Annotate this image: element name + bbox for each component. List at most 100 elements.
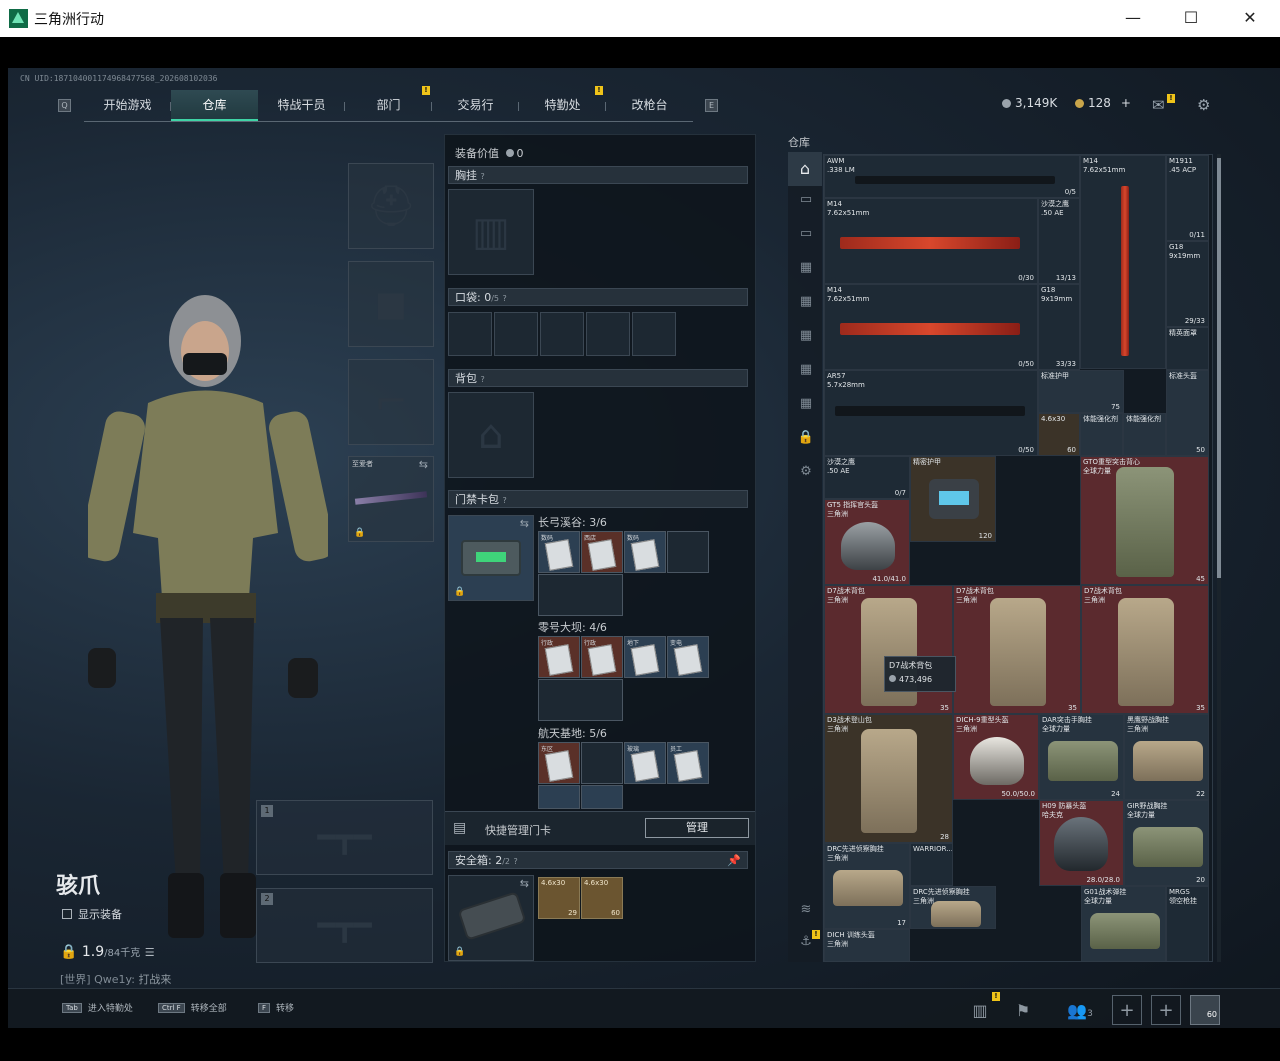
hint-enter-special-ops[interactable]: Tab 进入特勤处: [62, 1001, 133, 1014]
item-g18[interactable]: G18 9x19mm 29/33: [1166, 241, 1209, 327]
warehouse-tab-icon[interactable]: ▦: [796, 328, 816, 346]
close-button[interactable]: ✕: [1230, 6, 1270, 30]
keycard-empty[interactable]: [581, 742, 623, 784]
tab-operators[interactable]: 特战干员: [258, 90, 345, 121]
warehouse-tab-icon[interactable]: ▦: [796, 396, 816, 414]
melee-slot[interactable]: 至爱者 ⇆ 🔒: [348, 456, 434, 542]
keycard[interactable]: 行政: [581, 636, 623, 678]
maximize-button[interactable]: ☐: [1171, 6, 1211, 30]
swap-icon[interactable]: ⇆: [520, 517, 529, 530]
item-g01-rig[interactable]: G01战术弹挂 全球力量: [1081, 886, 1166, 961]
item-d7-backpack[interactable]: D7战术背包 三角洲 35: [824, 585, 953, 714]
ammo-item[interactable]: 4.6x30 29: [538, 877, 580, 919]
item-gto-vest[interactable]: GTO重型突击背心 全球力量 45: [1080, 456, 1209, 585]
item-ammo[interactable]: 4.6x30 60: [1038, 413, 1080, 456]
squad-icon[interactable]: 👥3: [1058, 995, 1102, 1025]
item-drc-rig[interactable]: DRC先进侦察胸挂 三角洲 17: [824, 843, 910, 929]
keycard-empty[interactable]: [667, 531, 709, 573]
keycard[interactable]: 员工: [667, 742, 709, 784]
checkbox[interactable]: [62, 909, 72, 919]
list-icon[interactable]: ☰: [145, 946, 155, 959]
keycard[interactable]: 行政: [538, 636, 580, 678]
item-m1911[interactable]: M1911 .45 ACP 0/11: [1166, 155, 1209, 241]
helmet-slot[interactable]: ⛑: [348, 163, 434, 249]
keycard[interactable]: 东区: [538, 742, 580, 784]
item-m14-vertical[interactable]: M14 7.62x51mm: [1080, 155, 1166, 369]
invite-slot-button[interactable]: +: [1112, 995, 1142, 1025]
warehouse-tab-icon[interactable]: ▦: [796, 294, 816, 312]
item-awm[interactable]: AWM .338 LM 0/5: [824, 155, 1080, 198]
keycard[interactable]: 数码: [624, 531, 666, 573]
show-equipment-toggle[interactable]: 显示装备: [62, 906, 122, 922]
item-warrior[interactable]: WARRIOR...: [910, 843, 953, 886]
tab-trade[interactable]: 交易行: [432, 90, 519, 121]
keycard[interactable]: 玻璃: [624, 742, 666, 784]
avatar[interactable]: 60: [1190, 995, 1220, 1025]
sidearm-slot[interactable]: ⌐: [348, 359, 434, 445]
item-ar57[interactable]: AR57 5.7x28mm 0/50: [824, 370, 1038, 456]
item-d7-backpack[interactable]: D7战术背包 三角洲 35: [953, 585, 1081, 714]
pocket-slot[interactable]: [494, 312, 538, 356]
tab-special-ops[interactable]: 特勤处: [519, 90, 606, 121]
item-precision-armor[interactable]: 精密护甲 120: [910, 456, 996, 542]
warehouse-tab-icon[interactable]: ▦: [796, 260, 816, 278]
item-desert-eagle[interactable]: 沙漠之鹰 .50 AE 13/13: [1038, 198, 1080, 284]
tab-department[interactable]: 部门: [345, 90, 432, 121]
item-d7-backpack[interactable]: D7战术背包 三角洲 35: [1081, 585, 1209, 714]
keycard-empty[interactable]: [538, 574, 623, 616]
item-standard-armor[interactable]: 标准护甲 75: [1038, 370, 1124, 413]
gold-currency[interactable]: 128 +: [1075, 96, 1131, 110]
stats-icon[interactable]: ▥: [965, 995, 995, 1025]
item-dich9-helmet[interactable]: DICH-9重型头盔 三角洲 50.0/50.0: [953, 714, 1039, 800]
warehouse-scrollbar[interactable]: [1217, 154, 1221, 962]
item-g18[interactable]: G18 9x19mm 33/33: [1038, 284, 1080, 370]
warehouse-tab-icon[interactable]: ▦: [796, 362, 816, 380]
safebox-slot[interactable]: ⇆ 🔒: [448, 875, 534, 961]
item-m14[interactable]: M14 7.62x51mm 0/30: [824, 198, 1038, 284]
pocket-slot[interactable]: [540, 312, 584, 356]
item-stim[interactable]: 体能强化剂: [1080, 413, 1123, 456]
item-mask[interactable]: 精英面罩: [1166, 327, 1209, 370]
scrollbar-thumb[interactable]: [1217, 158, 1221, 578]
tab-start-game[interactable]: 开始游戏: [84, 90, 171, 121]
chest-rig-slot[interactable]: ▥: [448, 189, 534, 275]
keycard[interactable]: 西店: [581, 531, 623, 573]
stack-icon[interactable]: ≋: [796, 902, 816, 920]
armor-slot[interactable]: ◼: [348, 261, 434, 347]
invite-slot-button[interactable]: +: [1151, 995, 1181, 1025]
pin-icon[interactable]: 📌: [727, 852, 741, 869]
keycard[interactable]: [538, 785, 580, 809]
pocket-slot[interactable]: [632, 312, 676, 356]
keycard[interactable]: 数码: [538, 531, 580, 573]
item-stim[interactable]: 体能强化剂: [1123, 413, 1166, 456]
warehouse-tab-icon[interactable]: ▭: [796, 192, 816, 210]
keycard[interactable]: 地下: [624, 636, 666, 678]
keycard-case-slot[interactable]: ⇆ 🔒: [448, 515, 534, 601]
item-gir-rig[interactable]: GIR野战胸挂 全球力量 20: [1124, 800, 1209, 886]
item-h09-helmet[interactable]: H09 防暴头盔 哈夫克 28.0/28.0: [1039, 800, 1124, 886]
swap-icon[interactable]: ⇆: [419, 458, 428, 471]
keycard[interactable]: [581, 785, 623, 809]
hint-transfer[interactable]: F 转移: [258, 1001, 294, 1014]
minimize-button[interactable]: —: [1113, 6, 1153, 30]
swap-icon[interactable]: ⇆: [520, 877, 529, 890]
primary-weapon-slot-2[interactable]: 2 ━┳━: [256, 888, 433, 963]
warehouse-tab-icon[interactable]: ▭: [796, 226, 816, 244]
backpack-slot[interactable]: ⌂: [448, 392, 534, 478]
ammo-item[interactable]: 4.6x30 60: [581, 877, 623, 919]
item-gt5-helmet[interactable]: GT5 指挥官头盔 三角洲 41.0/41.0: [824, 499, 910, 585]
tab-warehouse[interactable]: 仓库: [171, 90, 258, 121]
settings-gear-icon[interactable]: ⚙: [1197, 96, 1210, 114]
flag-icon[interactable]: ⚑: [1008, 995, 1038, 1025]
tab-gunsmith[interactable]: 改枪台: [606, 90, 693, 121]
lock-icon[interactable]: 🔒: [796, 430, 816, 448]
item-blackhawk-rig[interactable]: 黑鹰野战胸挂 三角洲 22: [1124, 714, 1209, 800]
item-dar-rig[interactable]: DAR突击手胸挂 全球力量 24: [1039, 714, 1124, 800]
primary-weapon-slot-1[interactable]: 1 ━┳━: [256, 800, 433, 875]
item-drc-rig[interactable]: DRC先进侦察胸挂 三角洲: [910, 886, 996, 929]
item-desert-eagle[interactable]: 沙漠之鹰 .50 AE 0/7: [824, 456, 910, 499]
item-standard-helmet[interactable]: 标准头盔 50: [1166, 370, 1209, 456]
gear-icon[interactable]: ⚙: [796, 464, 816, 482]
item-dich-helmet[interactable]: DICH 训练头盔 三角洲: [824, 929, 910, 961]
warehouse-all-icon[interactable]: ⌂: [788, 152, 822, 186]
